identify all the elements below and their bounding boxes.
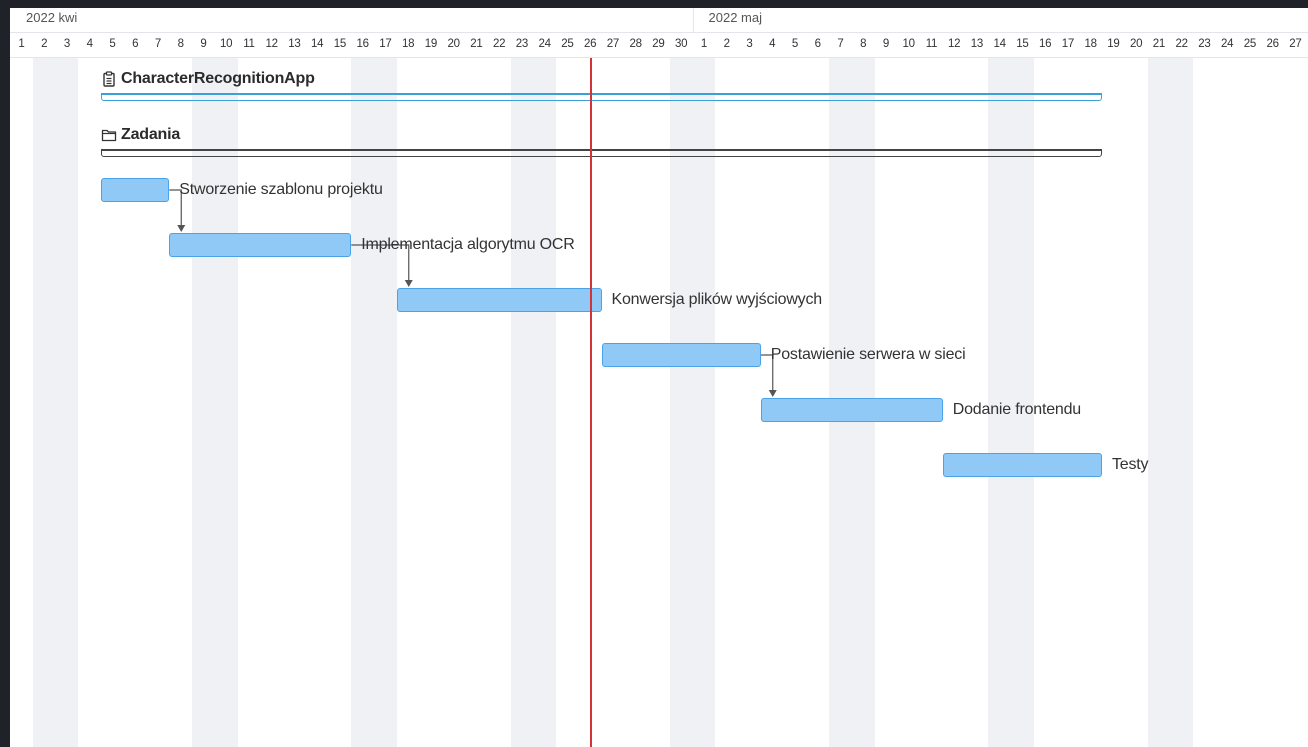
task-label: Konwersja plików wyjściowych xyxy=(611,291,823,308)
group-title-text: Zadania xyxy=(121,126,181,143)
task-bar[interactable] xyxy=(396,288,602,312)
task-label: Testy xyxy=(1112,456,1149,473)
group-title-text: CharacterRecognitionApp xyxy=(121,70,315,87)
task-bar[interactable] xyxy=(169,233,352,257)
today-marker xyxy=(590,58,592,747)
folder-icon xyxy=(101,127,117,143)
dependency-connectors xyxy=(169,189,777,397)
task-label: Postawienie serwera w sieci xyxy=(770,346,966,363)
task-label: Implementacja algorytmu OCR xyxy=(361,236,575,253)
summary-bar[interactable] xyxy=(101,149,1102,157)
clipboard-icon xyxy=(101,71,117,87)
task-label: Stworzenie szablonu projektu xyxy=(179,181,383,198)
task-bar[interactable] xyxy=(601,343,761,367)
gantt-chart: 2022 kwi 2022 maj 1 2 3 4 5 6 7 8 9 10 11 12 13 14 15 16… xyxy=(10,8,1308,747)
group-project-title[interactable]: CharacterRecognitionApp xyxy=(101,70,315,88)
task-bar[interactable] xyxy=(101,178,170,202)
group-folder-title[interactable]: Zadania xyxy=(101,126,180,144)
task-bar[interactable] xyxy=(942,453,1102,477)
summary-bar[interactable] xyxy=(101,93,1102,101)
task-label: Dodanie frontendu xyxy=(952,401,1082,418)
task-bar[interactable] xyxy=(760,398,943,422)
